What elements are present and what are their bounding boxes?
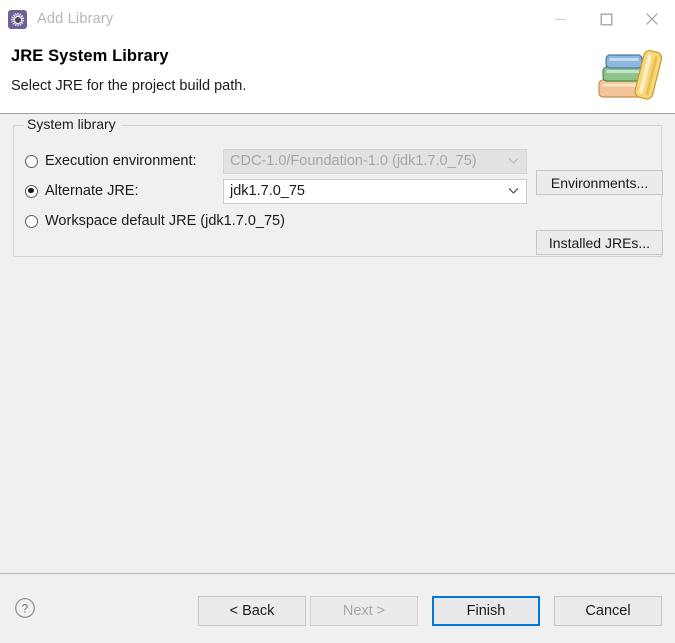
radio-execution-environment[interactable]: Execution environment: <box>25 154 197 169</box>
close-icon[interactable] <box>629 0 675 38</box>
svg-text:?: ? <box>22 603 28 615</box>
group-legend: System library <box>24 116 121 132</box>
title-bar: Add Library <box>0 0 675 38</box>
radio-alternate-jre[interactable]: Alternate JRE: <box>25 184 139 199</box>
radio-label-execution-environment: Execution environment: <box>45 152 197 169</box>
radio-label-workspace-default-jre: Workspace default JRE (jdk1.7.0_75) <box>45 212 285 229</box>
alternate-jre-combo[interactable]: jdk1.7.0_75 <box>223 178 527 204</box>
radio-label-alternate-jre: Alternate JRE: <box>45 182 139 199</box>
dialog-footer: ? < Back Next > Finish Cancel <box>0 573 675 643</box>
alternate-jre-combo-value: jdk1.7.0_75 <box>230 183 305 199</box>
execution-environment-combo-value: CDC-1.0/Foundation-1.0 (jdk1.7.0_75) <box>230 153 477 169</box>
row-workspace-default-jre: Workspace default JRE (jdk1.7.0_75) <box>14 208 661 234</box>
dialog-header: JRE System Library Select JRE for the pr… <box>0 38 675 114</box>
page-title: JRE System Library <box>11 47 169 65</box>
row-alternate-jre: Alternate JRE: jdk1.7.0_75 Installed JRE… <box>14 178 663 255</box>
execution-environment-combo[interactable]: CDC-1.0/Foundation-1.0 (jdk1.7.0_75) <box>223 148 527 174</box>
radio-circle-alternate-jre <box>25 184 38 198</box>
finish-button[interactable]: Finish <box>432 596 540 626</box>
next-button: Next > <box>310 596 418 626</box>
cancel-button[interactable]: Cancel <box>554 596 662 626</box>
dialog-body: System library Execution environment: CD… <box>0 114 675 573</box>
radio-workspace-default-jre[interactable]: Workspace default JRE (jdk1.7.0_75) <box>25 214 285 229</box>
radio-circle-execution-environment <box>25 154 38 168</box>
chevron-down-icon <box>500 180 526 203</box>
window-controls <box>537 0 675 38</box>
chevron-down-icon <box>500 150 526 173</box>
maximize-icon[interactable] <box>583 0 629 38</box>
back-button[interactable]: < Back <box>198 596 306 626</box>
help-icon[interactable]: ? <box>14 597 36 619</box>
page-subtitle: Select JRE for the project build path. <box>11 78 247 94</box>
radio-circle-workspace-default-jre <box>25 214 38 228</box>
books-stack-icon <box>591 40 669 110</box>
footer-button-row: < Back Next > Finish Cancel <box>194 596 662 626</box>
add-library-dialog: Add Library JRE System Library Select JR… <box>0 0 675 643</box>
minimize-icon[interactable] <box>537 0 583 38</box>
eclipse-gear-icon <box>8 10 27 29</box>
window-title: Add Library <box>37 11 114 27</box>
system-library-group: System library Execution environment: CD… <box>13 116 663 257</box>
row-execution-environment: Execution environment: CDC-1.0/Foundatio… <box>14 148 663 195</box>
